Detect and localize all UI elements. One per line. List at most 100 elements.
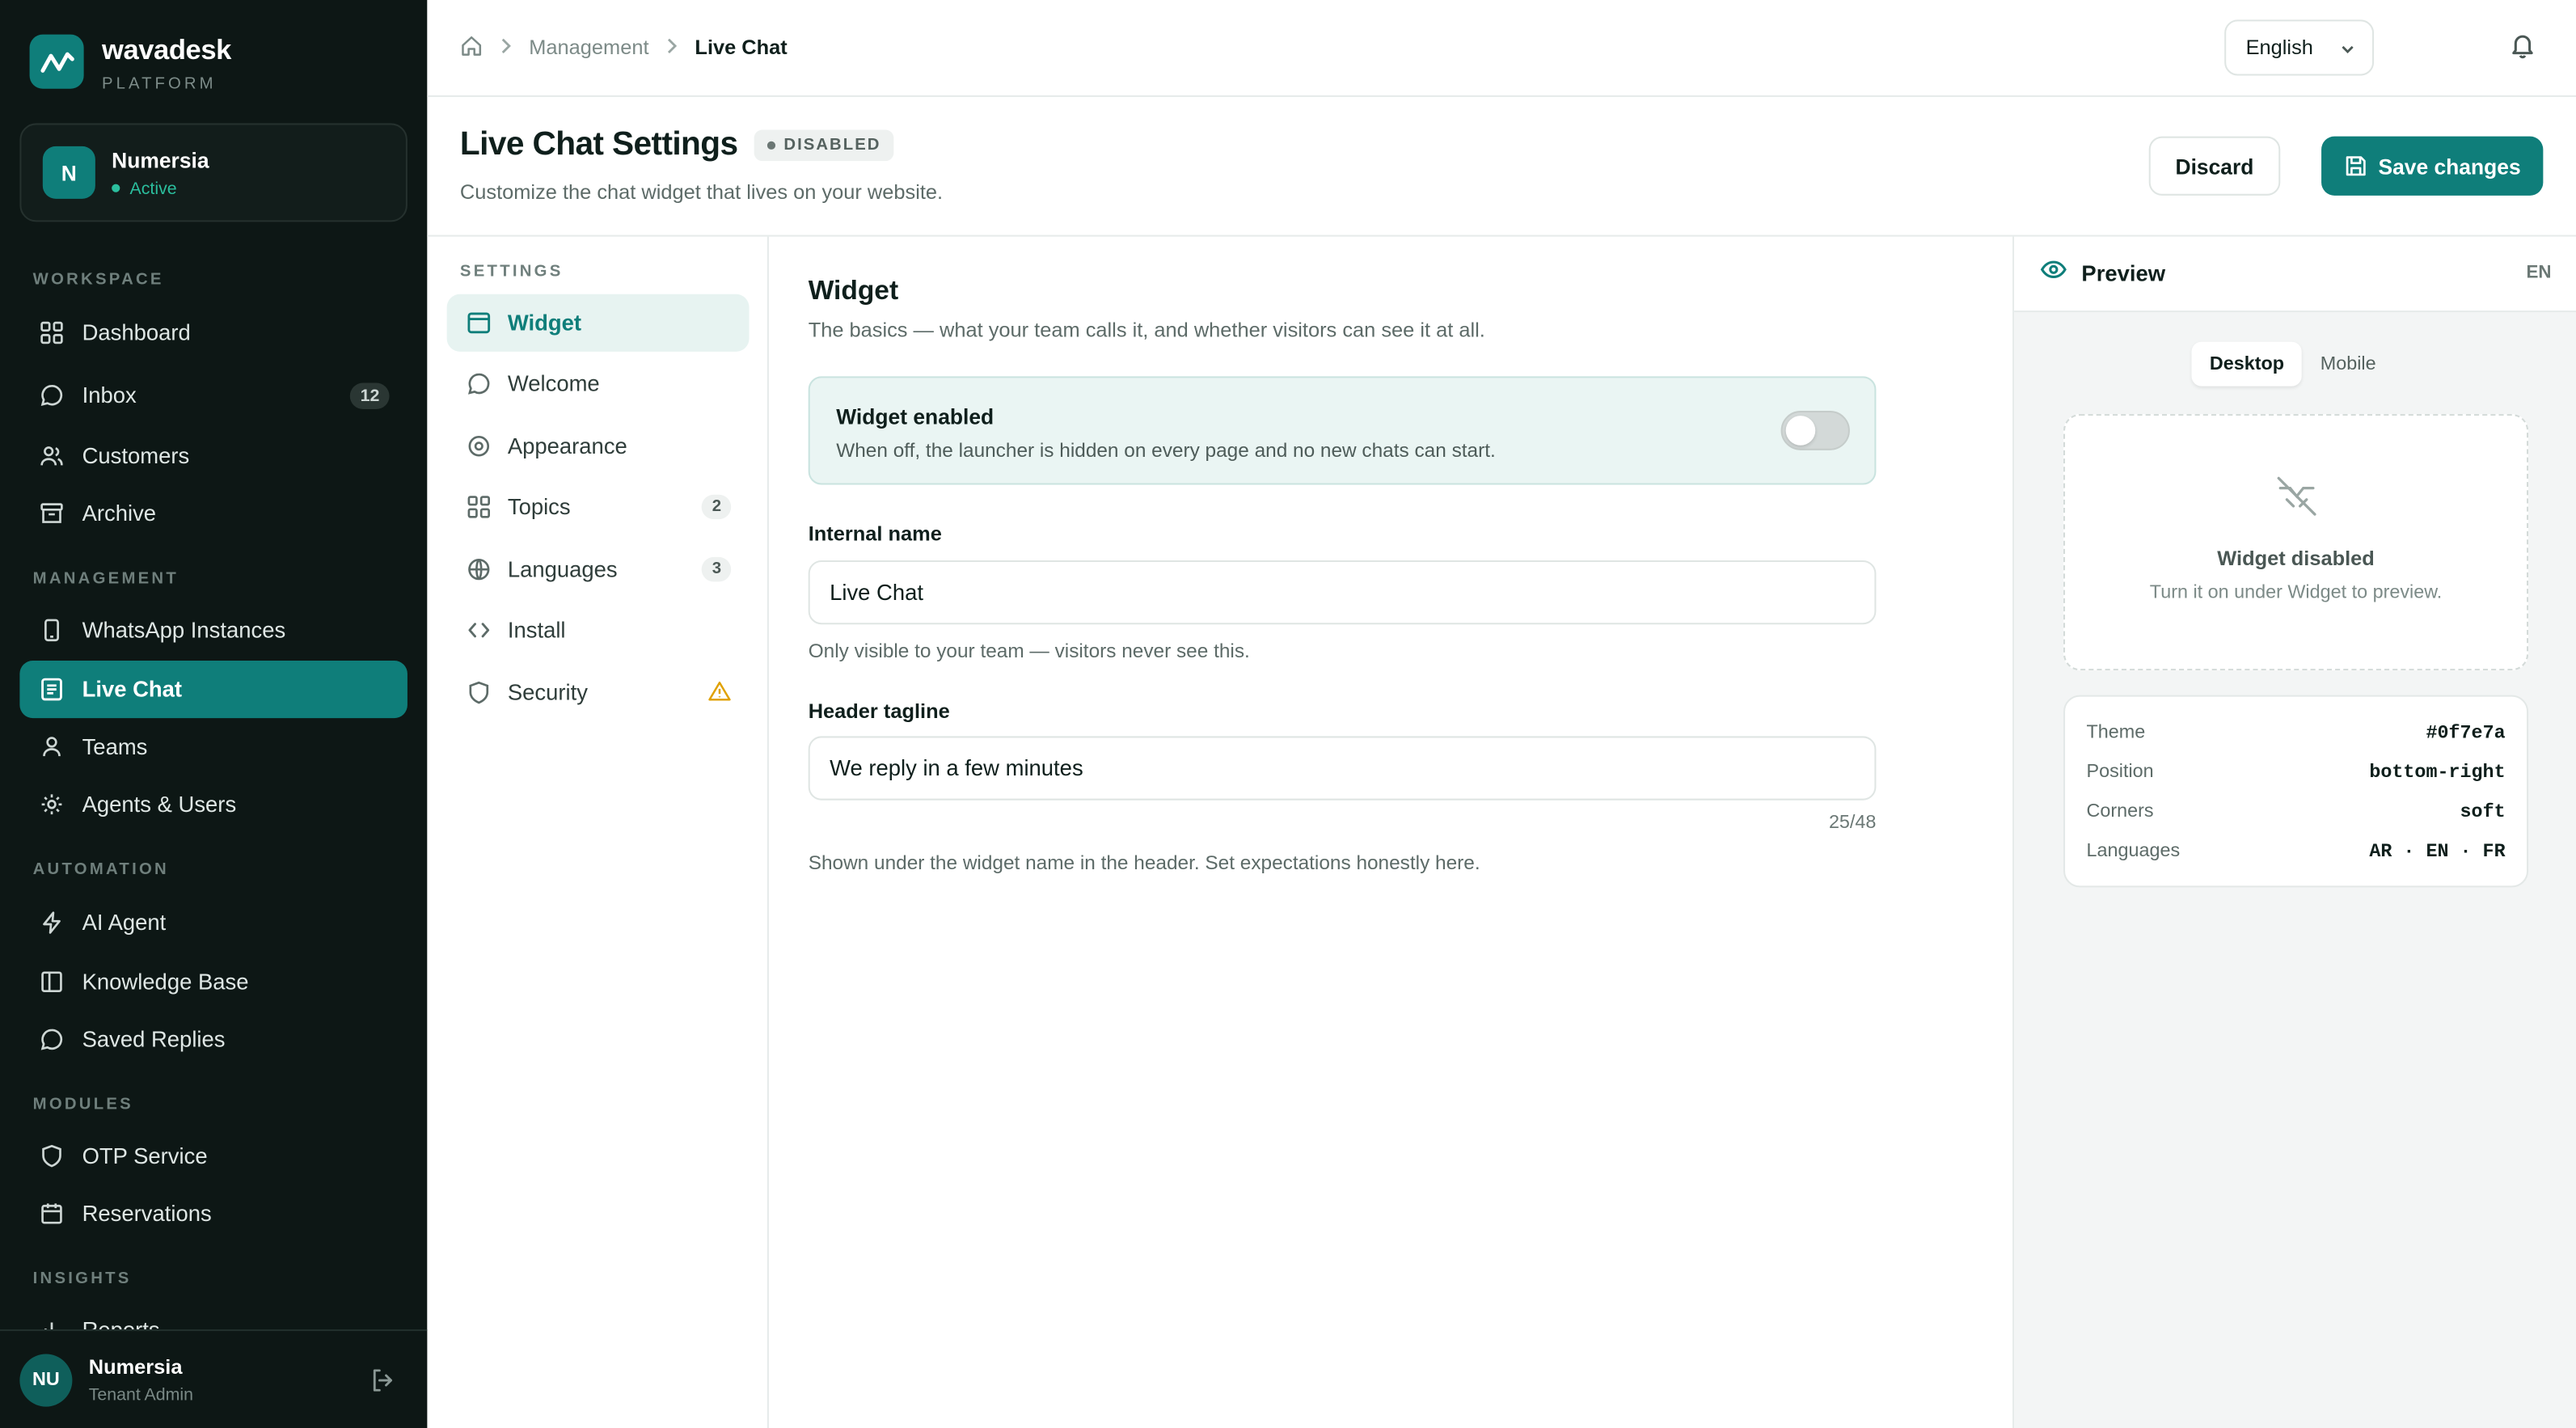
language-select[interactable]: English: [2224, 19, 2375, 76]
sidebar-item-agents-users[interactable]: Agents & Users: [19, 775, 408, 833]
save-icon: [2344, 154, 2367, 177]
sidebar-item-saved-replies[interactable]: Saved Replies: [19, 1011, 408, 1068]
sidebar-item-knowledge-base[interactable]: Knowledge Base: [19, 953, 408, 1011]
settings-item-security[interactable]: Security: [447, 664, 750, 721]
toggle-title: Widget enabled: [836, 403, 995, 429]
settings-nav: SETTINGS Widget Welcome Appearance Topic…: [427, 236, 769, 1428]
settings-item-label: Security: [507, 680, 588, 705]
header-tagline-input[interactable]: [808, 736, 1877, 801]
settings-item-widget[interactable]: Widget: [446, 294, 750, 352]
settings-item-label: Welcome: [507, 371, 600, 396]
bolt-icon: [38, 910, 65, 936]
message-off-icon: [2274, 475, 2320, 526]
preview-header: Preview EN: [2014, 236, 2576, 313]
sidebar-item-otp-service[interactable]: OTP Service: [19, 1127, 408, 1185]
language-select-value: English: [2245, 36, 2313, 60]
summary-value: AR · EN · FR: [2369, 840, 2506, 862]
user-role: Tenant Admin: [88, 1384, 194, 1405]
chat-icon: [38, 382, 65, 408]
sidebar-item-label: Knowledge Base: [82, 970, 249, 995]
sidebar-item-inbox[interactable]: Inbox 12: [19, 366, 408, 424]
summary-key: Theme: [2086, 723, 2146, 743]
breadcrumb-current: Live Chat: [695, 36, 788, 60]
eye-icon: [2040, 258, 2067, 289]
inbox-count-badge: 12: [350, 382, 390, 409]
sidebar-item-ai-agent[interactable]: AI Agent: [19, 894, 408, 952]
config-summary-card: Theme #0f7e7a Position bottom-right Corn…: [2063, 695, 2529, 888]
summary-key: Corners: [2086, 801, 2154, 822]
wave-logo-icon: [29, 34, 84, 89]
summary-key: Languages: [2086, 841, 2181, 861]
summary-row-position: Position bottom-right: [2087, 756, 2506, 789]
settings-item-install[interactable]: Install: [447, 602, 750, 659]
preview-title: Preview: [2081, 261, 2166, 286]
home-icon[interactable]: [460, 34, 483, 62]
sidebar-item-reservations[interactable]: Reservations: [19, 1185, 408, 1242]
widget-enabled-card: Widget enabled When off, the launcher is…: [808, 376, 1877, 485]
brand[interactable]: wavadesk PLATFORM: [29, 34, 231, 94]
toggle-knob: [1785, 416, 1816, 446]
tab-mobile[interactable]: Mobile: [2302, 342, 2394, 387]
logout-icon[interactable]: [370, 1367, 396, 1402]
sidebar-item-archive[interactable]: Archive: [19, 485, 408, 543]
sidebar-item-label: Reservations: [82, 1201, 212, 1227]
breadcrumb-management[interactable]: Management: [529, 36, 648, 59]
settings-item-label: Appearance: [507, 433, 627, 458]
sidebar-item-live-chat[interactable]: Live Chat: [19, 660, 408, 719]
shield-icon: [465, 679, 492, 706]
widget-form: Widget The basics — what your team calls…: [769, 236, 2015, 1428]
toggle-description: When off, the launcher is hidden on ever…: [836, 438, 1496, 463]
breadcrumb: Management Live Chat: [460, 34, 788, 62]
sidebar-item-teams[interactable]: Teams: [19, 718, 408, 775]
discard-button[interactable]: Discard: [2148, 136, 2281, 196]
content: SETTINGS Widget Welcome Appearance Topic…: [427, 236, 2576, 1428]
preview-language[interactable]: EN: [2526, 263, 2551, 282]
page-title: Live Chat Settings: [459, 126, 738, 163]
topbar: Management Live Chat English: [427, 0, 2576, 97]
sidebar-item-label: Dashboard: [82, 320, 191, 345]
tenant-avatar: N: [42, 146, 95, 199]
sidebar-item-dashboard[interactable]: Dashboard: [19, 304, 408, 361]
sidebar-item-label: Archive: [82, 501, 157, 526]
header-tagline-label: Header tagline: [808, 699, 950, 724]
window-icon: [465, 310, 492, 336]
users-icon: [38, 443, 65, 470]
code-icon: [465, 617, 492, 644]
nav-section-management: MANAGEMENT: [32, 570, 179, 589]
settings-item-languages[interactable]: Languages 3: [447, 541, 750, 598]
widget-disabled-placeholder: Widget disabled Turn it on under Widget …: [2063, 414, 2529, 671]
widget-enabled-toggle[interactable]: [1780, 411, 1850, 450]
chevron-right-icon: [500, 36, 513, 59]
preview-panel: Preview EN Desktop Mobile Widget disable…: [2014, 236, 2576, 1428]
user-footer: NU Numersia Tenant Admin: [0, 1329, 428, 1428]
brand-sub: PLATFORM: [101, 75, 217, 94]
gear-icon: [38, 792, 65, 818]
book-icon: [38, 969, 65, 995]
shield-icon: [38, 1143, 65, 1169]
warning-icon: [708, 680, 731, 707]
document-icon: [38, 676, 65, 703]
sidebar-item-whatsapp-instances[interactable]: WhatsApp Instances: [19, 602, 408, 659]
sidebar-item-customers[interactable]: Customers: [19, 427, 408, 484]
tenant-switcher[interactable]: N Numersia Active: [19, 123, 408, 222]
settings-item-label: Widget: [507, 311, 582, 336]
settings-item-topics[interactable]: Topics 2: [447, 478, 750, 535]
disabled-subtitle: Turn it on under Widget to preview.: [2149, 583, 2443, 603]
summary-value: soft: [2460, 801, 2506, 823]
avatar[interactable]: NU: [19, 1353, 73, 1406]
settings-item-appearance[interactable]: Appearance: [447, 417, 750, 475]
sidebar-item-label: Live Chat: [82, 677, 183, 702]
tab-desktop[interactable]: Desktop: [2191, 341, 2303, 387]
settings-item-welcome[interactable]: Welcome: [447, 355, 750, 412]
sidebar-item-label: Inbox: [82, 382, 137, 408]
internal-name-input[interactable]: [808, 560, 1877, 625]
user-icon: [38, 733, 65, 760]
grid-icon: [38, 319, 65, 346]
sidebar-item-label: AI Agent: [82, 910, 167, 936]
app-root: wavadesk PLATFORM N Numersia Active WORK…: [0, 0, 2576, 1428]
save-button[interactable]: Save changes: [2321, 136, 2544, 196]
tenant-status: Active: [112, 178, 209, 198]
bell-icon[interactable]: [2509, 32, 2537, 68]
chat-icon: [38, 1026, 65, 1053]
summary-key: Position: [2086, 762, 2154, 783]
